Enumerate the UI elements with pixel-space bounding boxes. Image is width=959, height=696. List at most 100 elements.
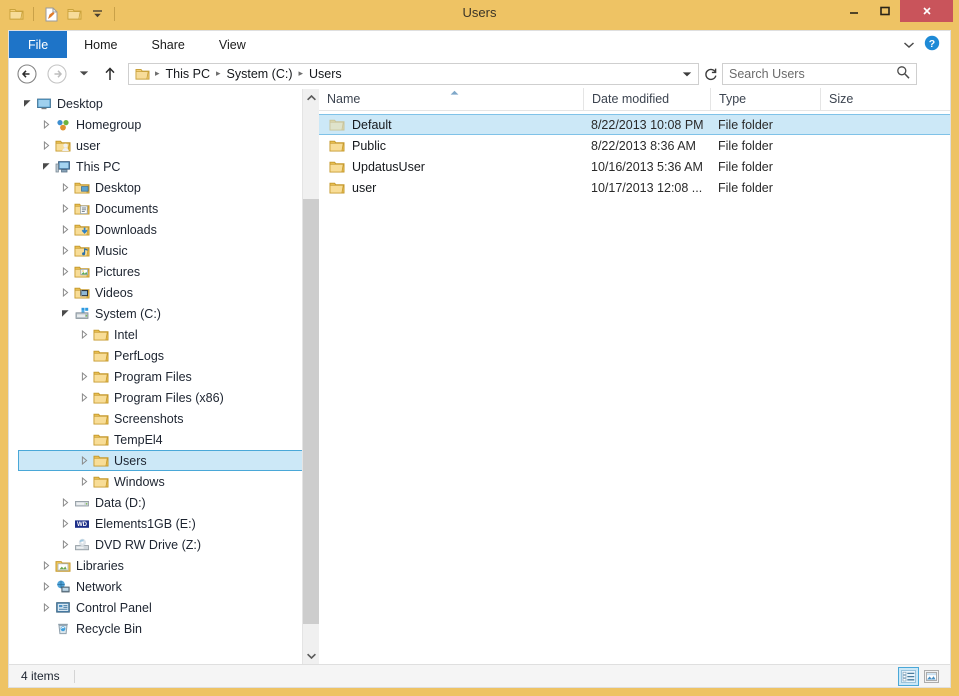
- column-header-date-modified[interactable]: Date modified: [583, 88, 710, 110]
- sort-ascending-icon: [450, 89, 459, 98]
- twisty-collapsed-icon[interactable]: [38, 600, 54, 616]
- sidebar-item-libraries[interactable]: Libraries: [9, 555, 319, 576]
- sidebar-item-label: Downloads: [95, 222, 157, 237]
- sidebar-item-intel[interactable]: Intel: [9, 324, 319, 345]
- table-row[interactable]: UpdatusUser 10/16/2013 5:36 AM File folder: [319, 156, 950, 177]
- column-header-name[interactable]: Name: [319, 88, 583, 110]
- sidebar-item-label: Homegroup: [76, 117, 142, 132]
- twisty-collapsed-icon[interactable]: [57, 222, 73, 238]
- twisty-collapsed-icon[interactable]: [57, 180, 73, 196]
- navigation-pane: Desktop Homegroup user This PC Desktop Docume…: [9, 89, 319, 664]
- column-header-type[interactable]: Type: [710, 88, 820, 110]
- breadcrumb-users[interactable]: Users: [306, 67, 345, 81]
- twisty-collapsed-icon[interactable]: [38, 558, 54, 574]
- table-row[interactable]: user 10/17/2013 12:08 ... File folder: [319, 177, 950, 198]
- sidebar-item-data-d[interactable]: Data (D:): [9, 492, 319, 513]
- sidebar-item-label: This PC: [76, 159, 121, 174]
- minimize-button[interactable]: [838, 0, 869, 22]
- help-icon[interactable]: ?: [924, 35, 940, 54]
- large-icons-view-button[interactable]: [921, 667, 942, 686]
- sidebar-item-tempel4[interactable]: TempEl4: [9, 429, 319, 450]
- sidebar-item-this-pc[interactable]: This PC: [9, 156, 319, 177]
- sidebar-item-videos[interactable]: Videos: [9, 282, 319, 303]
- sidebar-item-music[interactable]: Music: [9, 240, 319, 261]
- sidebar-item-program-files[interactable]: Program Files: [9, 366, 319, 387]
- twisty-collapsed-icon[interactable]: [38, 117, 54, 133]
- twisty-collapsed-icon[interactable]: [76, 369, 92, 385]
- column-header-size[interactable]: Size: [820, 88, 904, 110]
- scroll-up-arrow[interactable]: [303, 89, 319, 106]
- details-view-button[interactable]: [898, 666, 919, 686]
- search-icon[interactable]: [896, 65, 910, 82]
- file-rows: Default 8/22/2013 10:08 PM File folder Publ…: [319, 111, 950, 198]
- twisty-collapsed-icon[interactable]: [57, 516, 73, 532]
- sidebar-item-program-files-x86[interactable]: Program Files (x86): [9, 387, 319, 408]
- sidebar-item-control-panel[interactable]: Control Panel: [9, 597, 319, 618]
- maximize-button[interactable]: [869, 0, 900, 22]
- sidebar-item-label: Desktop: [95, 180, 141, 195]
- twisty-collapsed-icon[interactable]: [76, 474, 92, 490]
- sidebar-item-recycle-bin[interactable]: Recycle Bin: [9, 618, 319, 639]
- sidebar-item-pictures[interactable]: Pictures: [9, 261, 319, 282]
- twisty-collapsed-icon[interactable]: [57, 243, 73, 259]
- sidebar-item-users[interactable]: Users: [18, 450, 318, 471]
- twisty-expanded-icon[interactable]: [19, 96, 35, 112]
- dvd-drive-icon: [73, 537, 91, 553]
- sidebar-item-perflogs[interactable]: PerfLogs: [9, 345, 319, 366]
- twisty-collapsed-icon[interactable]: [57, 201, 73, 217]
- chevron-down-icon[interactable]: [903, 38, 915, 52]
- search-box[interactable]: [722, 62, 917, 85]
- twisty-collapsed-icon[interactable]: [76, 390, 92, 406]
- twisty-collapsed-icon[interactable]: [57, 285, 73, 301]
- sidebar-item-user[interactable]: user: [9, 135, 319, 156]
- scroll-down-arrow[interactable]: [303, 647, 319, 664]
- sidebar-item-windows[interactable]: Windows: [9, 471, 319, 492]
- twisty-none: [76, 411, 92, 427]
- table-row[interactable]: Public 8/22/2013 8:36 AM File folder: [319, 135, 950, 156]
- sidebar-item-elements1gb-e[interactable]: WD Elements1GB (E:): [9, 513, 319, 534]
- sidebar-item-network[interactable]: Network: [9, 576, 319, 597]
- sidebar-item-documents[interactable]: Documents: [9, 198, 319, 219]
- recent-locations-button[interactable]: [75, 62, 92, 86]
- twisty-collapsed-icon[interactable]: [38, 579, 54, 595]
- twisty-collapsed-icon[interactable]: [76, 327, 92, 343]
- breadcrumb-this-pc[interactable]: This PC: [163, 67, 213, 81]
- homegroup-icon: [54, 117, 72, 133]
- refresh-icon[interactable]: [699, 63, 722, 85]
- tab-file[interactable]: File: [9, 31, 68, 58]
- sidebar-item-desktop[interactable]: Desktop: [9, 93, 319, 114]
- explorer-body: Desktop Homegroup user This PC Desktop Docume…: [8, 88, 951, 664]
- table-row[interactable]: Default 8/22/2013 10:08 PM File folder: [319, 114, 950, 135]
- sidebar-item-desktop[interactable]: Desktop: [9, 177, 319, 198]
- navigation-scrollbar[interactable]: [302, 89, 319, 664]
- this-pc-icon: [54, 159, 72, 175]
- tab-home[interactable]: Home: [67, 31, 134, 58]
- sidebar-item-system-c[interactable]: System (C:): [9, 303, 319, 324]
- sidebar-item-dvd-rw-drive-z[interactable]: DVD RW Drive (Z:): [9, 534, 319, 555]
- twisty-collapsed-icon[interactable]: [57, 495, 73, 511]
- twisty-collapsed-icon[interactable]: [57, 264, 73, 280]
- breadcrumb-system-c[interactable]: System (C:): [224, 67, 296, 81]
- twisty-collapsed-icon[interactable]: [57, 537, 73, 553]
- tab-view[interactable]: View: [202, 31, 263, 58]
- sidebar-item-screenshots[interactable]: Screenshots: [9, 408, 319, 429]
- search-input[interactable]: [729, 66, 896, 81]
- back-arrow-icon[interactable]: [15, 62, 39, 86]
- sidebar-item-downloads[interactable]: Downloads: [9, 219, 319, 240]
- twisty-expanded-icon[interactable]: [57, 306, 73, 322]
- close-button[interactable]: [900, 0, 953, 22]
- forward-arrow-icon[interactable]: [45, 62, 69, 86]
- twisty-collapsed-icon[interactable]: [76, 453, 92, 469]
- up-arrow-icon[interactable]: [98, 62, 122, 86]
- file-name-label: Default: [352, 117, 392, 132]
- sidebar-item-homegroup[interactable]: Homegroup: [9, 114, 319, 135]
- scrollbar-thumb[interactable]: [303, 199, 319, 624]
- sidebar-item-label: user: [76, 138, 101, 153]
- sidebar-item-label: Screenshots: [114, 411, 184, 426]
- breadcrumb-dropdown-icon[interactable]: [682, 67, 694, 81]
- twisty-expanded-icon[interactable]: [38, 159, 54, 175]
- tab-share[interactable]: Share: [135, 31, 202, 58]
- file-date-cell: 10/16/2013 5:36 AM: [591, 159, 703, 174]
- breadcrumb[interactable]: ▸ This PC ▸ System (C:) ▸ Users: [128, 62, 699, 85]
- twisty-collapsed-icon[interactable]: [38, 138, 54, 154]
